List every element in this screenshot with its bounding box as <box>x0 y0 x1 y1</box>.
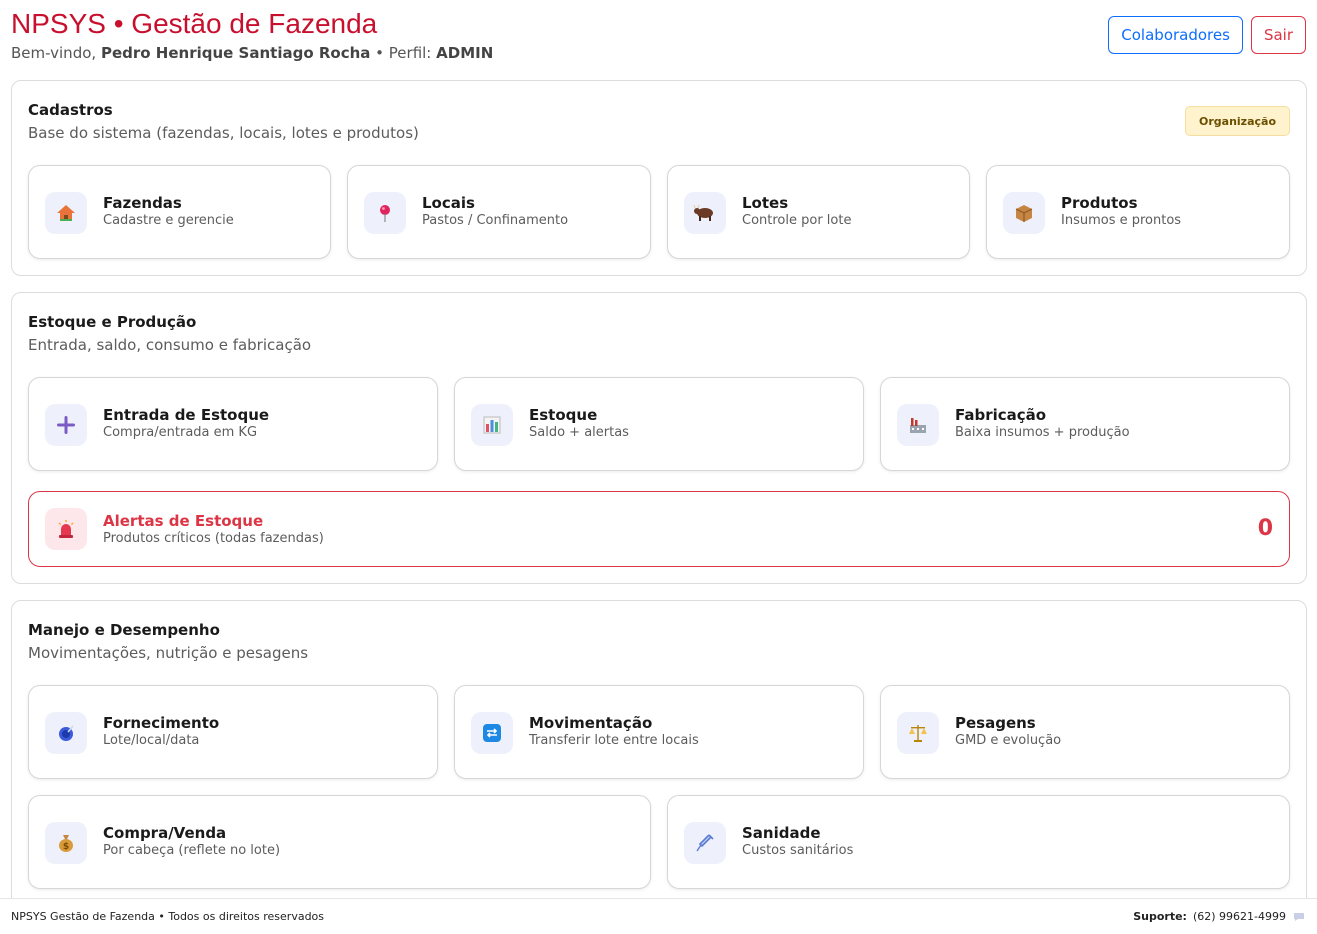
section-cadastros: Cadastros Base do sistema (fazendas, loc… <box>11 80 1307 276</box>
card-desc: Produtos críticos (todas fazendas) <box>103 531 324 546</box>
bowl-icon <box>45 712 87 754</box>
card-title: Pesagens <box>955 714 1036 732</box>
card-title: Lotes <box>742 194 789 212</box>
card-title: Locais <box>422 194 475 212</box>
svg-text:$: $ <box>63 842 69 852</box>
syringe-icon <box>684 822 726 864</box>
card-desc: Controle por lote <box>742 213 852 228</box>
card-entrada-estoque[interactable]: Entrada de Estoque Compra/entrada em KG <box>28 377 438 471</box>
card-desc: Insumos e prontos <box>1061 213 1182 228</box>
ox-icon <box>684 192 726 234</box>
card-title: Sanidade <box>742 824 821 842</box>
section-subtitle: Movimentações, nutrição e pesagens <box>28 644 309 662</box>
pin-icon <box>364 192 406 234</box>
footer-copyright: NPSYS Gestão de Fazenda • Todos os direi… <box>11 910 325 923</box>
card-compra-venda[interactable]: $ Compra/Venda Por cabeça (reflete no lo… <box>28 795 651 889</box>
support-phone[interactable]: (62) 99621-4999 <box>1193 910 1286 923</box>
card-desc: Pastos / Confinamento <box>422 213 569 228</box>
section-estoque: Estoque e Produção Entrada, saldo, consu… <box>11 292 1307 584</box>
page-footer: NPSYS Gestão de Fazenda • Todos os direi… <box>0 898 1317 934</box>
user-name: Pedro Henrique Santiago Rocha <box>100 44 371 62</box>
card-title: Compra/Venda <box>103 824 227 842</box>
app-header: NPSYS • Gestão de Fazenda Bem-vindo, Ped… <box>11 8 1306 68</box>
section-title: Manejo e Desempenho <box>28 621 220 639</box>
card-desc: GMD e evolução <box>955 733 1062 748</box>
section-title: Estoque e Produção <box>28 313 197 331</box>
logout-button[interactable]: Sair <box>1250 16 1306 54</box>
support-label: Suporte: <box>1133 910 1187 923</box>
chat-bubble-icon[interactable] <box>1292 911 1306 923</box>
card-title: Produtos <box>1061 194 1138 212</box>
profile-prefix: • Perfil: <box>375 44 432 62</box>
section-title: Cadastros <box>28 101 113 119</box>
card-fabricacao[interactable]: Fabricação Baixa insumos + produção <box>880 377 1290 471</box>
card-lotes[interactable]: Lotes Controle por lote <box>667 165 970 259</box>
welcome-prefix: Bem-vindo, <box>11 44 97 62</box>
alert-count: 0 <box>1257 516 1273 541</box>
card-title: Fornecimento <box>103 714 220 732</box>
card-locais[interactable]: Locais Pastos / Confinamento <box>347 165 651 259</box>
card-title: Movimentação <box>529 714 653 732</box>
card-sanidade[interactable]: Sanidade Custos sanitários <box>667 795 1290 889</box>
card-desc: Transferir lote entre locais <box>529 733 699 748</box>
section-manejo: Manejo e Desempenho Movimentações, nutri… <box>11 600 1307 910</box>
package-icon <box>1003 192 1045 234</box>
card-fornecimento[interactable]: Fornecimento Lote/local/data <box>28 685 438 779</box>
card-title: Estoque <box>529 406 598 424</box>
card-produtos[interactable]: Produtos Insumos e prontos <box>986 165 1290 259</box>
card-fazendas[interactable]: Fazendas Cadastre e gerencie <box>28 165 331 259</box>
section-subtitle: Entrada, saldo, consumo e fabricação <box>28 336 312 354</box>
factory-icon <box>897 404 939 446</box>
card-desc: Cadastre e gerencie <box>103 213 234 228</box>
profile-role: ADMIN <box>436 44 494 62</box>
colaboradores-button[interactable]: Colaboradores <box>1108 16 1243 54</box>
card-desc: Lote/local/data <box>103 733 200 748</box>
house-icon <box>45 192 87 234</box>
card-desc: Compra/entrada em KG <box>103 425 258 440</box>
card-title: Fabricação <box>955 406 1047 424</box>
organizacao-badge: Organização <box>1185 106 1290 136</box>
card-title: Alertas de Estoque <box>103 512 264 530</box>
card-alertas-estoque[interactable]: Alertas de Estoque Produtos críticos (to… <box>28 491 1290 567</box>
footer-support: Suporte: (62) 99621-4999 <box>1133 910 1306 923</box>
card-desc: Por cabeça (reflete no lote) <box>103 843 281 858</box>
money-bag-icon: $ <box>45 822 87 864</box>
plus-icon <box>45 404 87 446</box>
card-title: Fazendas <box>103 194 182 212</box>
scale-icon <box>897 712 939 754</box>
card-desc: Baixa insumos + produção <box>955 425 1130 440</box>
card-movimentacao[interactable]: Movimentação Transferir lote entre locai… <box>454 685 864 779</box>
card-estoque[interactable]: Estoque Saldo + alertas <box>454 377 864 471</box>
header-actions: Colaboradores Sair <box>1108 16 1306 54</box>
siren-icon <box>45 508 87 550</box>
card-pesagens[interactable]: Pesagens GMD e evolução <box>880 685 1290 779</box>
card-desc: Custos sanitários <box>742 843 854 858</box>
transfer-icon <box>471 712 513 754</box>
section-subtitle: Base do sistema (fazendas, locais, lotes… <box>28 124 419 142</box>
card-desc: Saldo + alertas <box>529 425 629 440</box>
card-title: Entrada de Estoque <box>103 406 270 424</box>
bar-chart-icon <box>471 404 513 446</box>
